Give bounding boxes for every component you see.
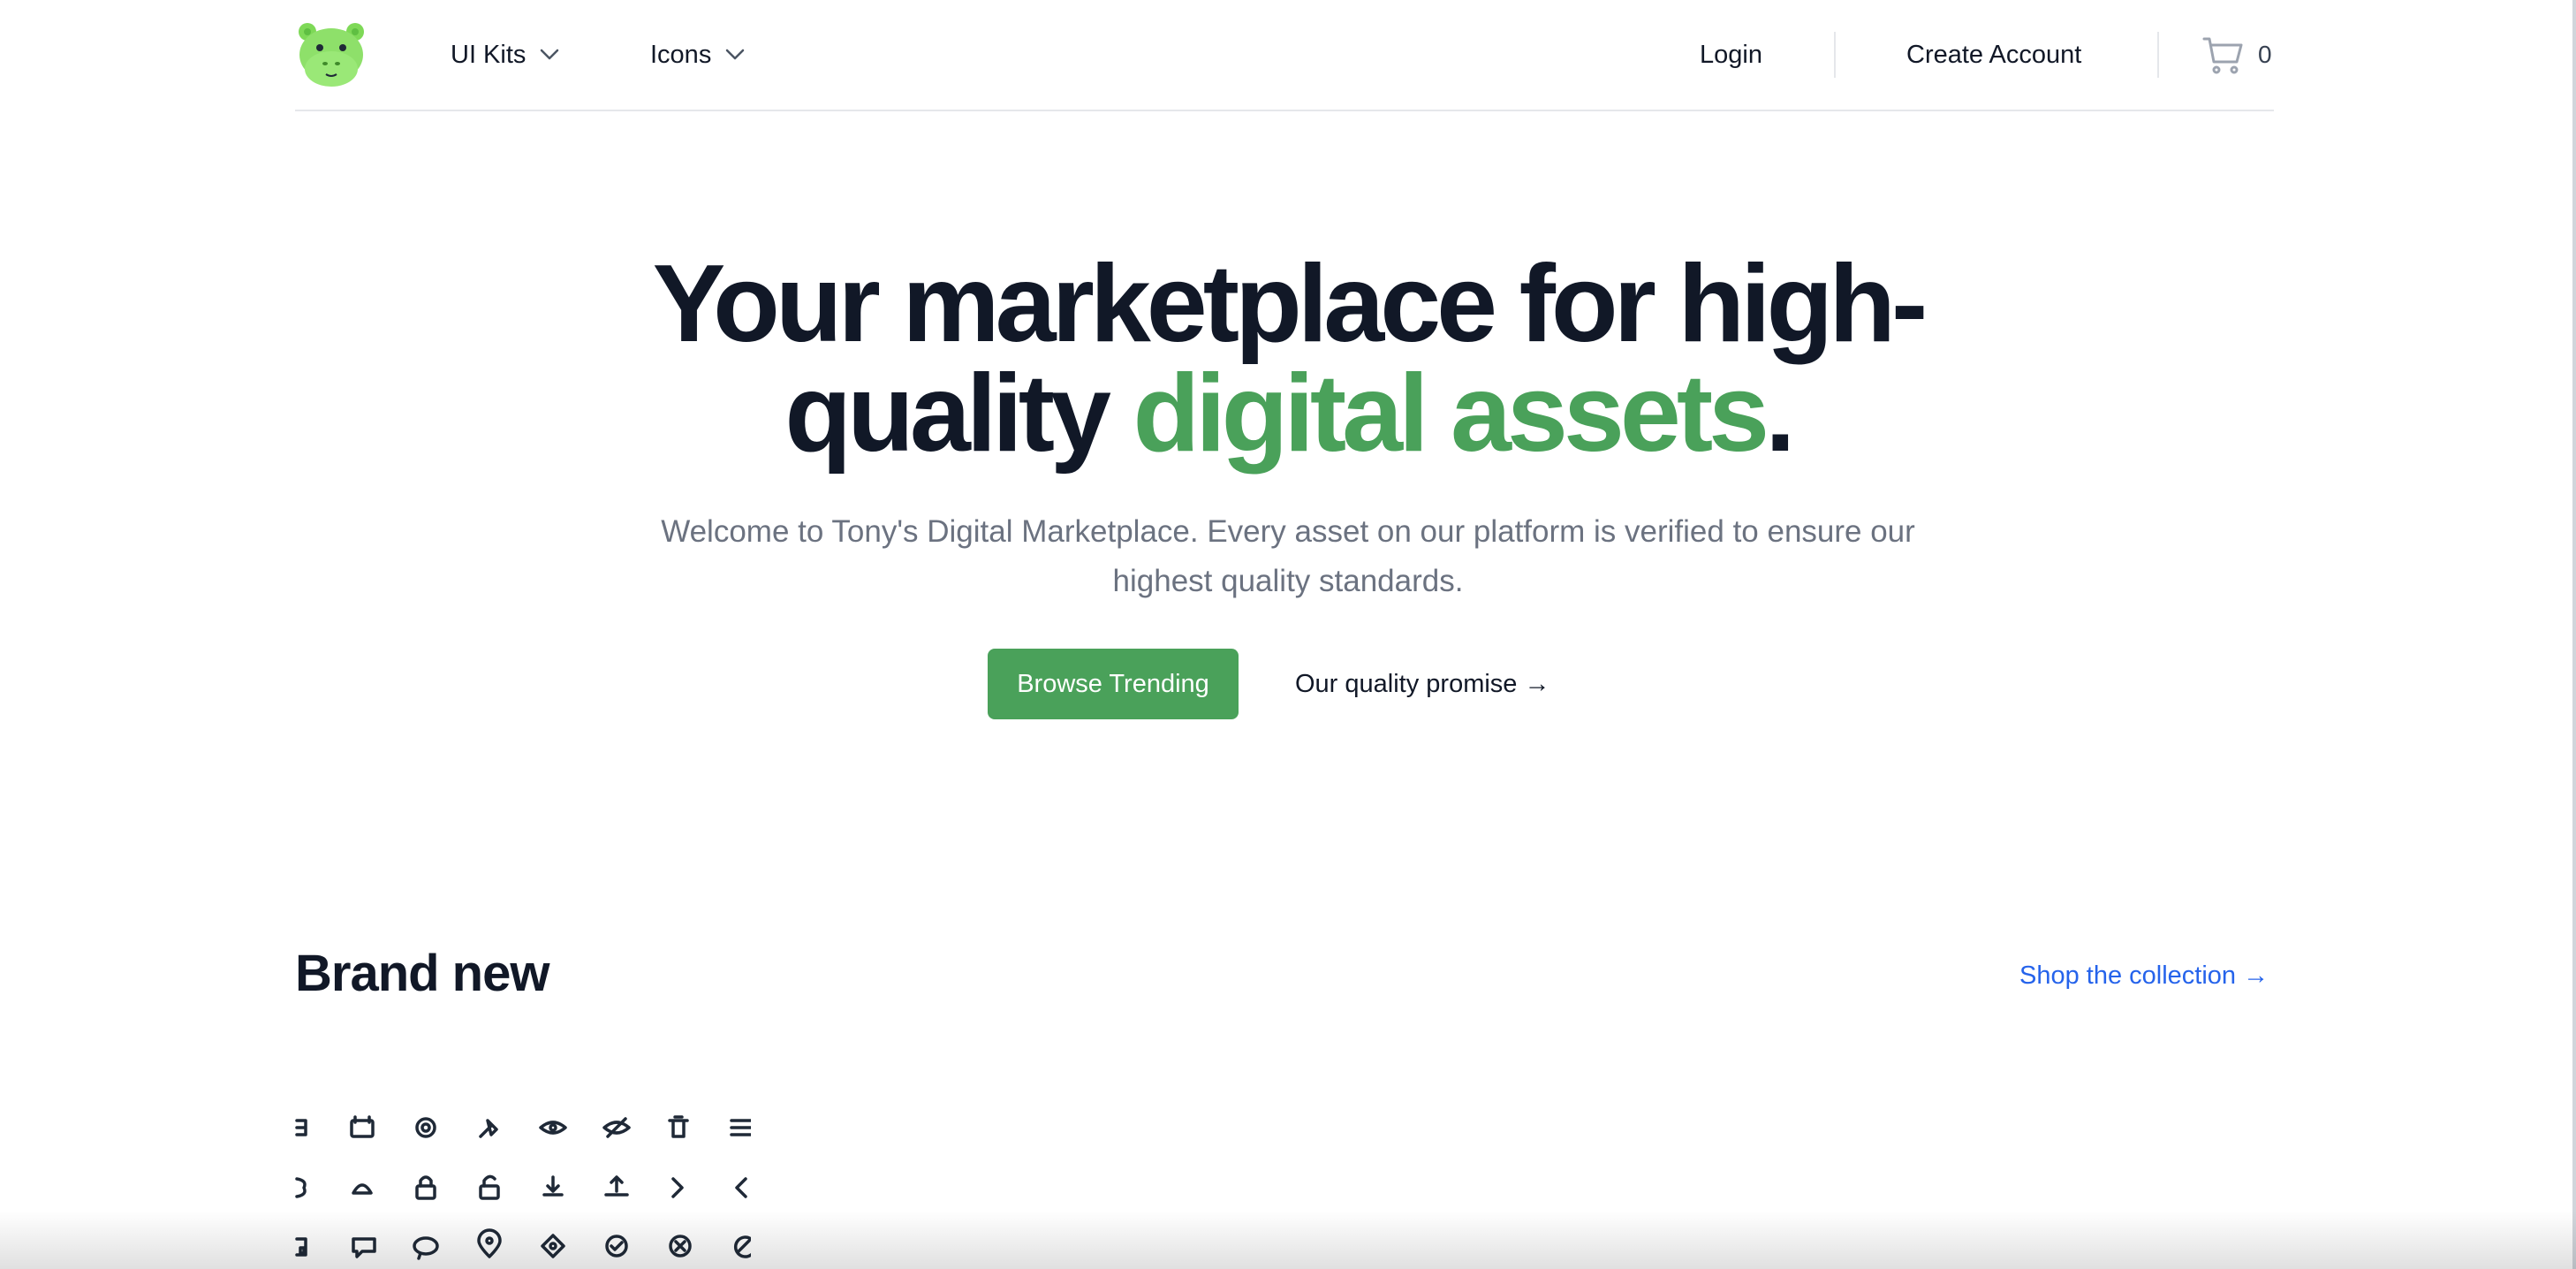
quality-promise-link[interactable]: Our quality promise → <box>1295 649 1550 719</box>
navbar: UI Kits Icons Login Create Account 0 <box>295 0 2274 111</box>
nav-divider <box>2157 32 2159 78</box>
chevron-down-icon <box>726 49 745 60</box>
hippo-logo-icon[interactable] <box>295 21 367 88</box>
hero-title: Your marketplace for high-quality digita… <box>0 249 2576 468</box>
create-account-link[interactable]: Create Account <box>1906 34 2081 76</box>
chevron-down-icon <box>541 49 559 60</box>
browse-trending-button[interactable]: Browse Trending <box>988 649 1239 719</box>
nav-icons-label: Icons <box>650 40 712 69</box>
nav-icons[interactable]: Icons <box>650 34 745 76</box>
section-title: Brand new <box>295 945 549 1002</box>
hero-title-accent: digital assets <box>1133 353 1769 475</box>
nav-ui-kits-label: UI Kits <box>451 40 527 69</box>
hero-title-end: . <box>1765 353 1796 475</box>
icon-grid-image <box>295 1115 751 1260</box>
nav-ui-kits[interactable]: UI Kits <box>451 34 559 76</box>
product-thumbnail[interactable] <box>292 1099 751 1269</box>
hero-title-line2: quality <box>784 353 1133 475</box>
page-right-edge <box>2572 0 2576 1269</box>
hero-subtitle: Welcome to Tony's Digital Marketplace. E… <box>661 514 1915 598</box>
nav-divider <box>1834 32 1836 78</box>
cart-button[interactable]: 0 <box>2201 30 2272 80</box>
shop-collection-link[interactable]: Shop the collection → <box>2019 961 2269 991</box>
shopping-cart-icon <box>2202 37 2243 74</box>
login-link[interactable]: Login <box>1700 34 1762 76</box>
cart-count: 0 <box>2258 41 2272 68</box>
hero-title-line1: Your marketplace for high- <box>652 243 1928 365</box>
